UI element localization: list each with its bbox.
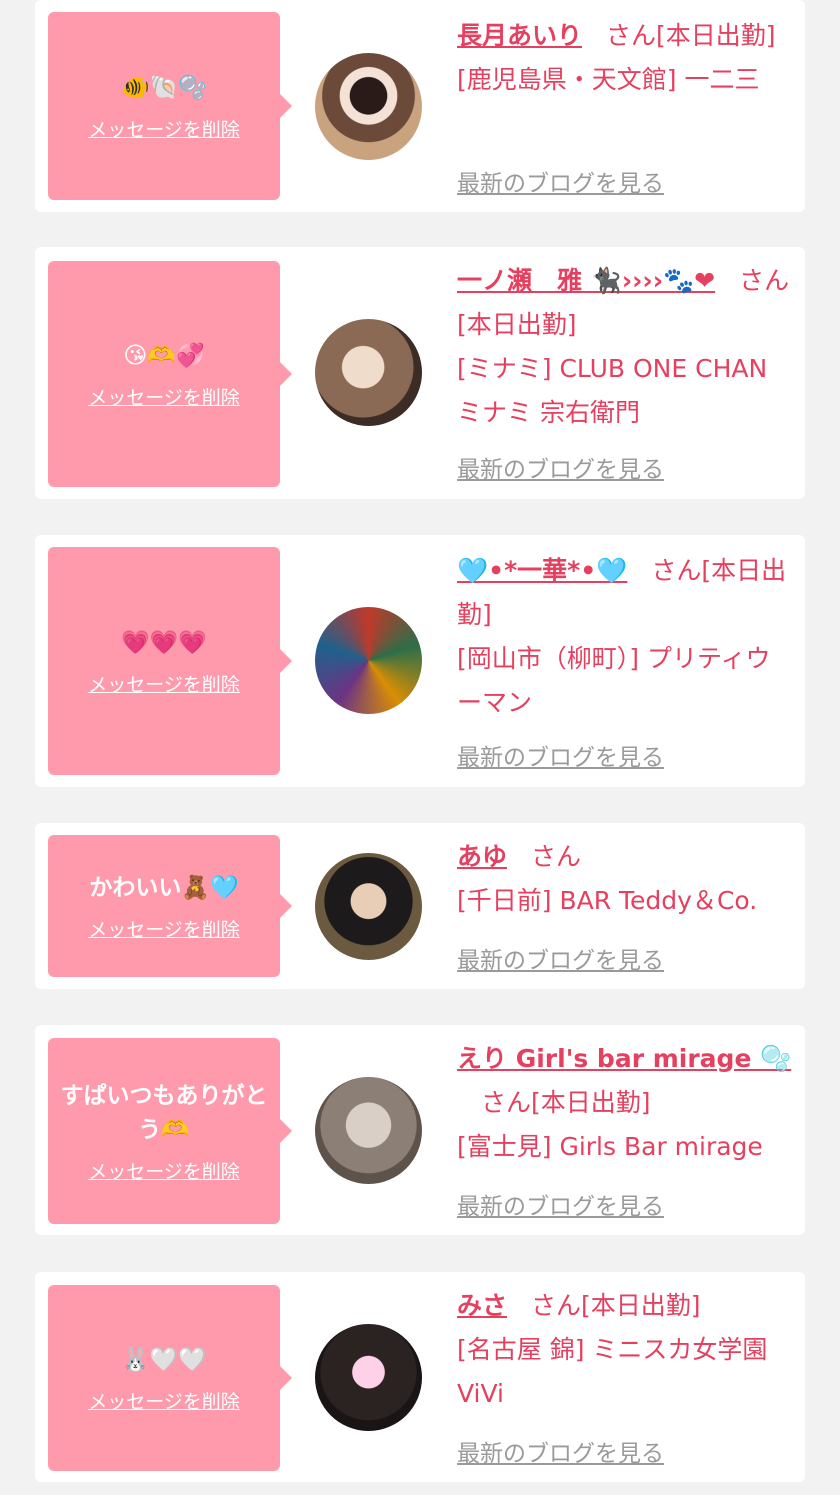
profile-name-link[interactable]: えり Girl's bar mirage 🫧 [457,1044,791,1073]
attendance-status: [本日出勤] [656,21,776,50]
honorific-label: さん [651,556,702,585]
profile-info: 長月あいり さん[本日出勤] [鹿児島県・天文館] 一二三 [457,14,795,102]
profile-name-link[interactable]: みさ [457,1291,507,1320]
message-text: かわいい🧸🩵 [89,874,239,901]
message-card: すぱいつもありがとう🫶 メッセージを削除 えり Girl's bar mirag… [35,1025,805,1235]
delete-message-link[interactable]: メッセージを削除 [88,383,240,410]
attendance-status: [本日出勤] [531,1088,651,1117]
profile-info: えり Girl's bar mirage 🫧 さん[本日出勤] [富士見] Gir… [457,1037,795,1169]
honorific-label: さん [606,21,657,50]
message-card: 😘🫶💞 メッセージを削除 一ノ瀬 雅 🐈‍⬛››››🐾❤ さん [本日出勤] [ミナ… [35,247,805,499]
message-bubble: 😘🫶💞 メッセージを削除 [48,261,292,487]
latest-blog-link[interactable]: 最新のブログを見る [457,450,664,484]
profile-info: みさ さん[本日出勤] [名古屋 錦] ミニスカ女学園ViVi [457,1284,795,1416]
message-text: 💗💗💗 [121,629,207,656]
latest-blog-link[interactable]: 最新のブログを見る [457,164,664,198]
honorific-label: さん [531,1291,582,1320]
latest-blog-link[interactable]: 最新のブログを見る [457,941,664,975]
shop-info: [鹿児島県・天文館] 一二三 [457,65,760,94]
message-bubble: かわいい🧸🩵 メッセージを削除 [48,835,292,977]
message-text: 🐠🐚🫧 [121,74,207,101]
delete-message-link[interactable]: メッセージを削除 [88,115,240,142]
profile-name-link[interactable]: あゆ [457,842,507,871]
shop-info: [名古屋 錦] ミニスカ女学園ViVi [457,1335,768,1408]
message-text: すぱいつもありがとう🫶 [60,1082,268,1143]
latest-blog-link[interactable]: 最新のブログを見る [457,738,664,772]
avatar[interactable] [315,607,422,714]
honorific-label: さん [481,1088,532,1117]
honorific-label: さん [739,266,790,295]
shop-info: [ミナミ] CLUB ONE CHAN ミナミ 宗右衛門 [457,354,768,427]
attendance-status: [本日出勤] [581,1291,701,1320]
delete-message-link[interactable]: メッセージを削除 [88,1387,240,1414]
shop-info: [富士見] Girls Bar mirage [457,1132,763,1161]
message-text: 😘🫶💞 [123,342,205,369]
message-card: 💗💗💗 メッセージを削除 🩵•*一華*•🩵 さん[本日出勤] [岡山市（柳町）] … [35,535,805,787]
message-text: 🐰🤍🤍 [121,1346,207,1373]
profile-info: あゆ さん [千日前] BAR Teddy＆Co. [457,835,795,923]
delete-message-link[interactable]: メッセージを削除 [88,670,240,697]
profile-info: 一ノ瀬 雅 🐈‍⬛››››🐾❤ さん [本日出勤] [ミナミ] CLUB ONE C… [457,259,795,435]
profile-name-link[interactable]: 🩵•*一華*•🩵 [457,556,627,585]
profile-info: 🩵•*一華*•🩵 さん[本日出勤] [岡山市（柳町）] プリティウーマン [457,549,795,725]
message-card: かわいい🧸🩵 メッセージを削除 あゆ さん [千日前] BAR Teddy＆Co.… [35,823,805,989]
honorific-label: さん [531,842,582,871]
avatar[interactable] [315,1077,422,1184]
message-card: 🐰🤍🤍 メッセージを削除 みさ さん[本日出勤] [名古屋 錦] ミニスカ女学園V… [35,1272,805,1482]
message-bubble: 🐠🐚🫧 メッセージを削除 [48,12,292,200]
shop-info: [岡山市（柳町）] プリティウーマン [457,644,771,717]
delete-message-link[interactable]: メッセージを削除 [88,915,240,942]
delete-message-link[interactable]: メッセージを削除 [88,1157,240,1184]
message-bubble: すぱいつもありがとう🫶 メッセージを削除 [48,1038,292,1224]
avatar[interactable] [315,1324,422,1431]
attendance-status: [本日出勤] [457,310,577,339]
latest-blog-link[interactable]: 最新のブログを見る [457,1187,664,1221]
avatar[interactable] [315,53,422,160]
avatar[interactable] [315,319,422,426]
avatar[interactable] [315,853,422,960]
latest-blog-link[interactable]: 最新のブログを見る [457,1434,664,1468]
profile-name-link[interactable]: 一ノ瀬 雅 🐈‍⬛››››🐾❤ [457,266,715,295]
message-bubble: 🐰🤍🤍 メッセージを削除 [48,1285,292,1471]
profile-name-link[interactable]: 長月あいり [457,21,582,50]
shop-info: [千日前] BAR Teddy＆Co. [457,886,758,915]
message-card: 🐠🐚🫧 メッセージを削除 長月あいり さん[本日出勤] [鹿児島県・天文館] 一二… [35,0,805,212]
message-bubble: 💗💗💗 メッセージを削除 [48,547,292,775]
